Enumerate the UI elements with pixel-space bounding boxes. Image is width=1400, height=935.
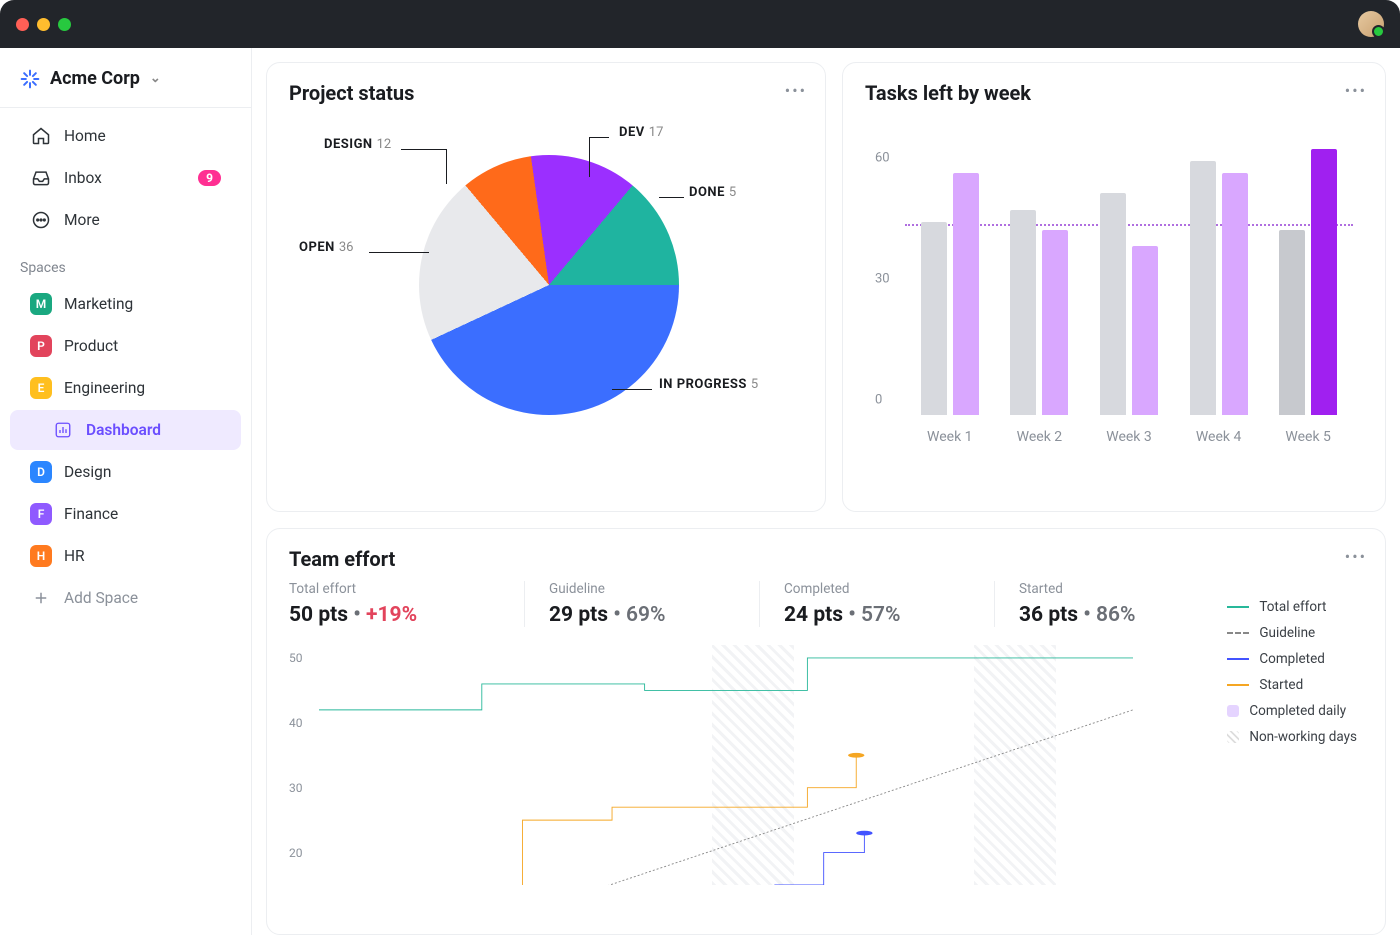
card-project-status: Project status ••• IN PROGRESS5 OPEN36 DES…: [266, 62, 826, 512]
pie-label-dev: DEV17: [619, 125, 663, 140]
bar-group: [1010, 133, 1068, 415]
space-badge-icon: M: [30, 293, 52, 315]
pie-label-design: DESIGN12: [324, 137, 391, 152]
space-label: Product: [64, 337, 118, 355]
y-tick: 40: [289, 716, 303, 730]
card-menu-button[interactable]: •••: [1345, 547, 1367, 566]
pie-label-done: DONE5: [689, 185, 736, 200]
sidebar-item-dashboard[interactable]: Dashboard: [10, 410, 241, 450]
effort-legend: Total effort Guideline Completed Started…: [1227, 599, 1357, 755]
home-icon: [30, 125, 52, 147]
stat-started: Started 36 pts • 86%: [994, 581, 1219, 627]
space-label: Design: [64, 463, 111, 481]
bar: [1190, 161, 1216, 415]
card-menu-button[interactable]: •••: [1345, 81, 1367, 100]
workspace-name: Acme Corp: [50, 68, 140, 89]
space-child-label: Dashboard: [86, 421, 161, 439]
nav-home[interactable]: Home: [10, 116, 241, 156]
space-badge-icon: F: [30, 503, 52, 525]
workspace-switcher[interactable]: Acme Corp ⌄: [0, 52, 251, 105]
bar: [1279, 230, 1305, 415]
bar: [953, 173, 979, 415]
bar: [1311, 149, 1337, 415]
inbox-icon: [30, 167, 52, 189]
main-content: Project status ••• IN PROGRESS5 OPEN36 DES…: [252, 48, 1400, 935]
space-label: HR: [64, 547, 85, 565]
nav-item-label: Home: [64, 127, 106, 145]
add-space-label: Add Space: [64, 589, 138, 607]
nav-item-label: Inbox: [64, 169, 102, 187]
space-badge-icon: E: [30, 377, 52, 399]
user-avatar[interactable]: [1358, 11, 1384, 37]
pie-label-in-progress: IN PROGRESS5: [659, 377, 758, 392]
stat-completed: Completed 24 pts • 57%: [759, 581, 984, 627]
y-tick: 30: [289, 781, 303, 795]
y-tick: 50: [289, 651, 303, 665]
bar-group: [921, 133, 979, 415]
bar: [921, 222, 947, 415]
x-tick: Week 1: [927, 429, 973, 445]
bar: [1100, 193, 1126, 415]
pie-label-open: OPEN36: [299, 240, 353, 255]
stat-guideline: Guideline 29 pts • 69%: [524, 581, 749, 627]
effort-line-chart: 20 30 40 50: [289, 645, 1133, 885]
traffic-lights: [16, 18, 71, 31]
pie-graphic: [419, 155, 679, 415]
space-badge-icon: H: [30, 545, 52, 567]
space-label: Engineering: [64, 379, 145, 397]
card-menu-button[interactable]: •••: [785, 81, 807, 100]
sidebar-space-design[interactable]: D Design: [10, 452, 241, 492]
sidebar-space-marketing[interactable]: M Marketing: [10, 284, 241, 324]
sidebar-space-engineering[interactable]: E Engineering: [10, 368, 241, 408]
bar-group: [1279, 133, 1337, 415]
bar: [1132, 246, 1158, 415]
space-badge-icon: D: [30, 461, 52, 483]
bar-group: [1100, 133, 1158, 415]
bar-chart: 0 30 60 Week 1 Week 2 Week 3 Week 4 Week 5: [865, 115, 1363, 475]
stat-total-effort: Total effort 50 pts • +19%: [289, 581, 514, 627]
pie-chart: IN PROGRESS5 OPEN36 DESIGN12 DEV17 DONE5: [289, 115, 803, 475]
sidebar-space-hr[interactable]: H HR: [10, 536, 241, 576]
spaces-section-label: Spaces: [0, 242, 251, 282]
maximize-window-button[interactable]: [58, 18, 71, 31]
space-label: Marketing: [64, 295, 133, 313]
space-label: Finance: [64, 505, 118, 523]
sidebar-space-finance[interactable]: F Finance: [10, 494, 241, 534]
space-badge-icon: P: [30, 335, 52, 357]
inbox-badge: 9: [198, 170, 221, 186]
workspace-logo-icon: [20, 69, 40, 89]
x-tick: Week 3: [1106, 429, 1152, 445]
minimize-window-button[interactable]: [37, 18, 50, 31]
y-tick: 30: [875, 272, 890, 287]
effort-stats: Total effort 50 pts • +19% Guideline 29 …: [289, 581, 1363, 627]
y-tick: 0: [875, 393, 882, 408]
plus-icon: [30, 587, 52, 609]
more-icon: [30, 209, 52, 231]
nav-item-label: More: [64, 211, 100, 229]
sidebar: Acme Corp ⌄ Home Inbox 9 More Spaces M Ma…: [0, 48, 252, 935]
bar: [1222, 173, 1248, 415]
card-title: Project status: [289, 81, 803, 105]
close-window-button[interactable]: [16, 18, 29, 31]
nav-more[interactable]: More: [10, 200, 241, 240]
window-titlebar: [0, 0, 1400, 48]
sidebar-space-product[interactable]: P Product: [10, 326, 241, 366]
card-team-effort: Team effort ••• Total effort 50 pts • +1…: [266, 528, 1386, 935]
card-title: Tasks left by week: [865, 81, 1363, 105]
dashboard-icon: [52, 419, 74, 441]
card-title: Team effort: [289, 547, 1363, 571]
x-tick: Week 4: [1196, 429, 1242, 445]
bar-group: [1190, 133, 1248, 415]
y-tick: 20: [289, 846, 303, 860]
bar: [1042, 230, 1068, 415]
card-tasks-left: Tasks left by week ••• 0 30 60 Week 1 Week …: [842, 62, 1386, 512]
x-tick: Week 2: [1017, 429, 1063, 445]
nav-inbox[interactable]: Inbox 9: [10, 158, 241, 198]
y-tick: 60: [875, 151, 890, 166]
chevron-down-icon: ⌄: [150, 71, 161, 86]
bar: [1010, 210, 1036, 415]
add-space-button[interactable]: Add Space: [10, 578, 241, 618]
x-tick: Week 5: [1285, 429, 1331, 445]
